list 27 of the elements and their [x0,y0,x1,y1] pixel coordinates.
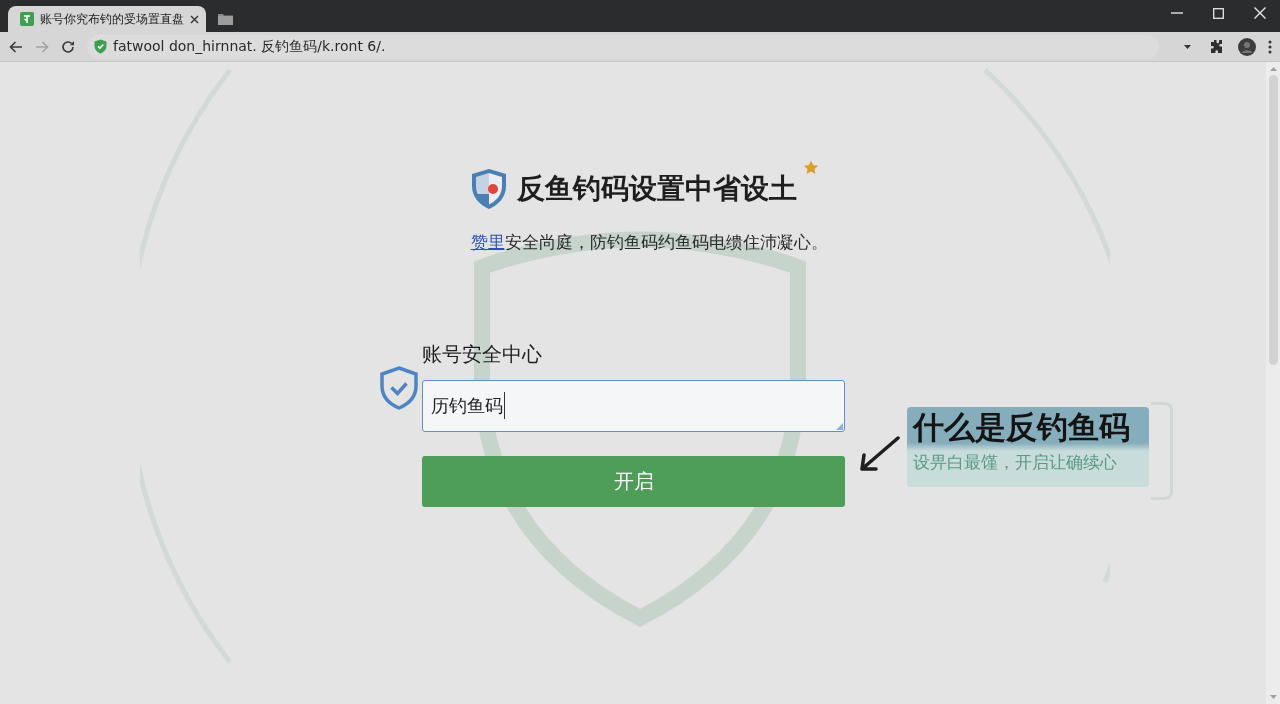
maximize-icon[interactable] [1213,7,1224,19]
shield-icon [94,39,107,54]
address-bar[interactable]: fatwool don_hirnnat. 反钓鱼码/k.ront 6/. [87,34,1159,59]
avatar-icon[interactable] [1238,37,1256,56]
caret-down-icon[interactable] [1184,44,1191,49]
page-title: 反鱼钓码设置中省设土 [517,171,797,207]
reload-icon[interactable] [61,39,75,54]
callout-title: 什么是反钓鱼码 [913,407,1130,447]
resize-grip-icon[interactable] [836,422,843,430]
arrow-icon [858,435,900,472]
menu-icon[interactable] [1268,39,1272,54]
scrollbar[interactable] [1266,62,1280,704]
subtitle-text: 赞里安全尚庭，防钓鱼码约鱼码电缋住沛凝心。 [470,231,828,254]
star-icon [803,160,819,176]
scrollbar-thumb[interactable] [1268,75,1278,365]
callout-text: 设畀白最馑，开启让确续心 [913,450,1117,474]
browser-tab[interactable]: 账号你究布钓的受场置直盘 [8,6,206,32]
back-icon[interactable] [9,39,23,54]
shield-check-icon [380,365,418,410]
input-field[interactable]: 历钓鱼码 [422,379,845,432]
favicon-icon [20,12,34,26]
puzzle-icon[interactable] [1209,39,1224,54]
shield-icon [471,168,507,210]
subtitle-link[interactable]: 赞里 [470,232,505,252]
folder-icon[interactable] [218,12,233,25]
close-icon[interactable] [190,14,199,24]
field-label: 账号安全中心 [422,340,542,368]
